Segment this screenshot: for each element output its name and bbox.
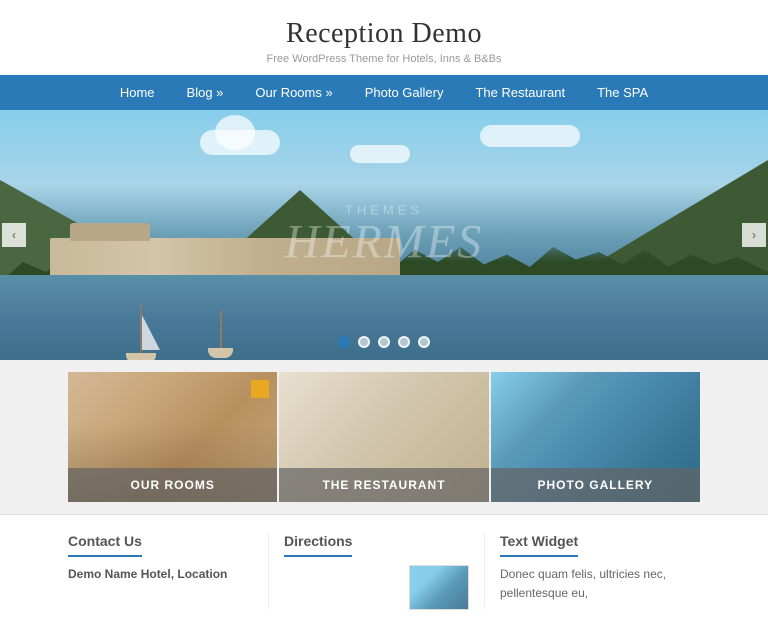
site-title: Reception Demo [0,18,768,50]
page-wrapper: Reception Demo Free WordPress Theme for … [0,0,768,630]
hero-image: THEMES Hermes [0,110,768,360]
widget-contact-title: Contact Us [68,533,142,557]
widget-text-content: Donec quam felis, ultricies nec, pellent… [500,565,685,603]
slider-dots [338,336,430,348]
nav-item-rooms[interactable]: Our Rooms » [239,75,348,110]
cloud-decoration [350,145,410,163]
slider-dot-4[interactable] [398,336,410,348]
feature-card-restaurant-label: THE RESTAURANT [279,468,488,502]
slider-dot-3[interactable] [378,336,390,348]
feature-card-restaurant[interactable]: THE RESTAURANT [279,372,488,502]
cloud-decoration [200,130,280,155]
nav-item-blog[interactable]: Blog » [171,75,240,110]
hotel-name: Demo Name Hotel, Location [68,565,253,584]
feature-card-gallery-label: PHOTO GALLERY [491,468,700,502]
cloud-decoration [480,125,580,147]
nav-item-restaurant[interactable]: The Restaurant [459,75,581,110]
nav-item-home[interactable]: Home [104,75,171,110]
hero-slider: THEMES Hermes ‹ › [0,110,768,360]
site-subtitle: Free WordPress Theme for Hotels, Inns & … [0,53,768,65]
widget-text: Text Widget Donec quam felis, ultricies … [500,533,700,610]
slider-dot-5[interactable] [418,336,430,348]
widget-directions-title: Directions [284,533,352,557]
widget-contact-content: Demo Name Hotel, Location [68,565,253,584]
feature-cards: OUR ROOMS THE RESTAURANT PHOTO GALLERY [0,362,768,512]
feature-card-rooms[interactable]: OUR ROOMS [68,372,277,502]
nav-item-gallery[interactable]: Photo Gallery [349,75,460,110]
site-header: Reception Demo Free WordPress Theme for … [0,0,768,75]
feature-card-rooms-label: OUR ROOMS [68,468,277,502]
slider-prev-button[interactable]: ‹ [2,223,26,247]
widget-contact: Contact Us Demo Name Hotel, Location [68,533,269,610]
feature-card-gallery[interactable]: PHOTO GALLERY [491,372,700,502]
hero-background: THEMES Hermes [0,110,768,360]
widget-directions: Directions [284,533,485,610]
waterfront-decoration [50,238,400,278]
widget-text-title: Text Widget [500,533,578,557]
nav-item-spa[interactable]: The SPA [581,75,664,110]
widgets-row: Contact Us Demo Name Hotel, Location Dir… [0,514,768,630]
slider-dot-2[interactable] [358,336,370,348]
slider-next-button[interactable]: › [742,223,766,247]
main-nav: Home Blog » Our Rooms » Photo Gallery Th… [0,75,768,110]
directions-map-image [409,565,469,610]
slider-dot-1[interactable] [338,336,350,348]
